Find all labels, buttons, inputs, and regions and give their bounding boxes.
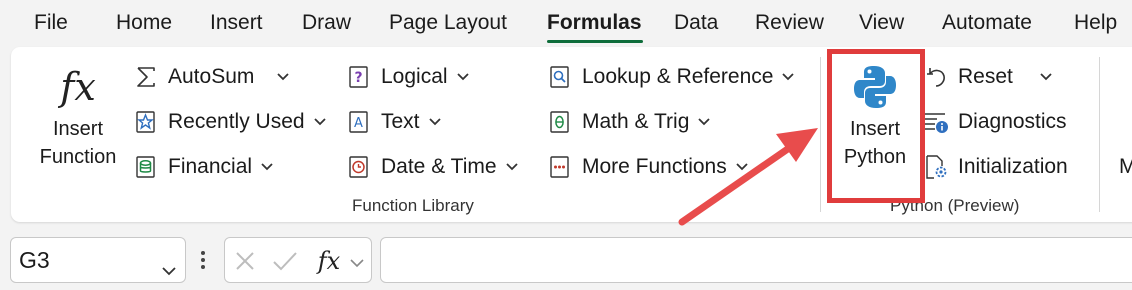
name-box[interactable]: G3: [10, 237, 186, 283]
fx-icon[interactable]: fx: [313, 244, 345, 281]
formula-input[interactable]: [380, 237, 1132, 283]
name-box-value: G3: [19, 247, 50, 273]
formula-bar: G3 fx: [0, 228, 1132, 290]
cancel-icon[interactable]: [233, 249, 257, 278]
chevron-down-icon[interactable]: [161, 255, 177, 282]
enter-check-icon[interactable]: [271, 249, 299, 278]
formula-actions: fx: [224, 237, 372, 283]
expand-chevron-icon[interactable]: [349, 255, 365, 273]
more-options-icon[interactable]: [200, 251, 206, 274]
svg-text:fx: fx: [316, 247, 341, 275]
